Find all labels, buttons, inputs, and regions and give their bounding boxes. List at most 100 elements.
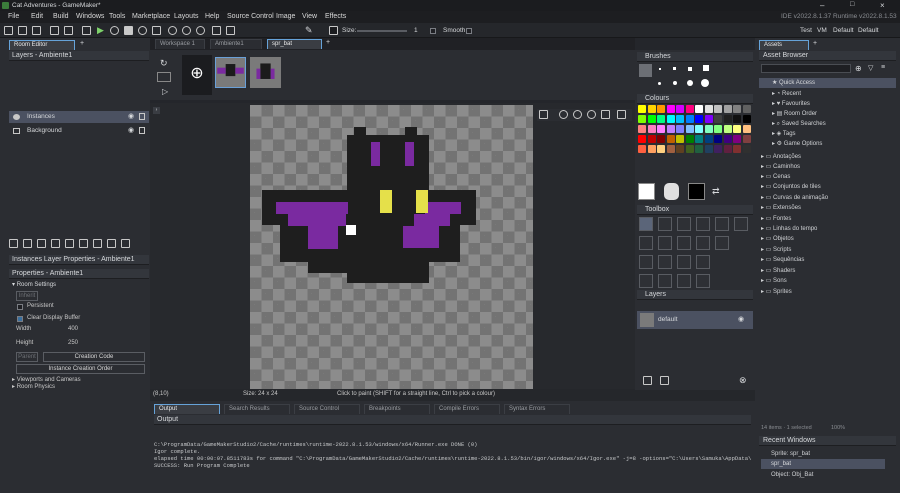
colour-swatch[interactable] (676, 125, 684, 133)
add-layer-icon[interactable] (643, 376, 652, 385)
pencil-icon[interactable]: ✎ (305, 25, 313, 36)
quick-recent[interactable]: ▸ ◔ Recent (772, 89, 892, 99)
menu-help[interactable]: Help (205, 13, 219, 20)
add-assets-tab-icon[interactable]: + (813, 40, 817, 47)
colour-swatch[interactable] (676, 135, 684, 143)
colour-swatch[interactable] (714, 115, 722, 123)
colour-swatch[interactable] (676, 145, 684, 153)
colour-swatch[interactable] (742, 105, 751, 113)
colour-swatch[interactable] (733, 135, 741, 143)
inherit-button[interactable]: Inherit (16, 291, 38, 301)
tab-room-editor[interactable]: Room Editor (9, 40, 75, 50)
folder-linhas[interactable]: ▸ ▭ Linhas do tempo (761, 224, 881, 234)
add-asset-icon[interactable]: ⊕ (855, 64, 862, 73)
layer-folder-icon[interactable] (660, 376, 669, 385)
refresh-icon[interactable]: ↻ (160, 58, 168, 69)
lock-icon[interactable] (139, 127, 145, 134)
colour-swatch[interactable] (666, 115, 675, 123)
brush-1[interactable] (659, 68, 661, 70)
folder-sprites[interactable]: ▸ ▭ Sprites (761, 287, 881, 297)
colour-swatch[interactable] (733, 145, 741, 153)
open-project-icon[interactable] (18, 26, 27, 35)
quick-game-options[interactable]: ▸ ⚙ Game Options (772, 139, 892, 149)
colour-swatch[interactable] (695, 115, 703, 123)
parent-button[interactable]: Parent (16, 352, 38, 362)
menu-build[interactable]: Build (53, 13, 69, 20)
physics-section[interactable]: ▸ Room Physics (12, 383, 55, 390)
colour-swatch[interactable] (704, 135, 713, 143)
secondary-colour[interactable] (688, 183, 705, 200)
onion-icon[interactable] (157, 72, 171, 82)
colour-swatch[interactable] (695, 125, 703, 133)
delete-sprite-layer-icon[interactable]: ⊗ (739, 375, 747, 386)
folder-conjuntos[interactable]: ▸ ▭ Conjuntos de tiles (761, 182, 881, 192)
colour-swatch[interactable] (657, 145, 665, 153)
colour-swatch[interactable] (714, 135, 722, 143)
menu-edit[interactable]: Edit (31, 13, 43, 20)
pencil-tool-icon[interactable] (639, 217, 653, 231)
build-icon[interactable] (64, 26, 73, 35)
colour-swatch[interactable] (647, 105, 656, 113)
tab-syntax-errors[interactable]: Syntax Errors (504, 404, 570, 414)
delete-layer-icon[interactable] (107, 239, 116, 248)
flip-tool-icon[interactable] (658, 274, 672, 288)
target-vm[interactable]: VM (817, 27, 827, 34)
recent-spr-bat[interactable]: spr_bat (761, 459, 885, 469)
run-icon[interactable]: ▶ (97, 25, 104, 36)
colour-swatch[interactable] (685, 105, 694, 113)
toggle-view-icon[interactable] (212, 26, 221, 35)
visibility-icon[interactable]: ◉ (128, 112, 134, 120)
tab-assets[interactable]: Assets (759, 40, 809, 50)
target-config[interactable]: Default (833, 27, 854, 34)
instance-order-button[interactable]: Instance Creation Order (16, 364, 145, 374)
colour-swatch[interactable] (657, 105, 665, 113)
select-tool-icon[interactable] (677, 217, 691, 231)
colour-swatch[interactable] (647, 145, 656, 153)
folder-caminhos[interactable]: ▸ ▭ Caminhos (761, 162, 881, 172)
create-executable-icon[interactable] (152, 26, 161, 35)
colour-swatch[interactable] (733, 105, 741, 113)
new-project-icon[interactable] (4, 26, 13, 35)
folder-cenas[interactable]: ▸ ▭ Cenas (761, 172, 881, 182)
layer-visibility-icon[interactable]: ◉ (738, 315, 744, 323)
room-settings-label[interactable]: ▾ Room Settings (12, 281, 56, 288)
brush-small-selected[interactable] (639, 64, 652, 77)
colour-swatch[interactable] (695, 105, 703, 113)
colour-swatch[interactable] (723, 135, 732, 143)
line-tool-icon[interactable] (734, 217, 748, 231)
quick-favourites[interactable]: ▸ ♥ Favourites (772, 99, 892, 109)
quick-saved-searches[interactable]: ▸ ⌕ Saved Searches (772, 119, 892, 129)
add-editor-tab-icon[interactable]: + (326, 39, 330, 46)
zoom-in-icon[interactable] (196, 26, 205, 35)
debug-run-icon[interactable] (110, 26, 119, 35)
move-tool-icon[interactable] (696, 274, 710, 288)
colour-swatch[interactable] (742, 115, 751, 123)
colour-swatch[interactable] (695, 135, 703, 143)
colour-swatch[interactable] (704, 125, 713, 133)
stop-icon[interactable] (124, 26, 133, 35)
viewports-section[interactable]: ▸ Viewports and Cameras (12, 376, 81, 383)
add-path-layer-icon[interactable] (65, 239, 74, 248)
menu-windows[interactable]: Windows (76, 13, 104, 20)
grid-icon[interactable] (539, 110, 548, 119)
colour-swatch[interactable] (638, 145, 646, 153)
creation-code-button[interactable]: Creation Code (43, 352, 145, 362)
add-tile-layer-icon[interactable] (51, 239, 60, 248)
colour-swatch[interactable] (676, 105, 684, 113)
marquee-tool-icon[interactable] (658, 255, 672, 269)
folder-fontes[interactable]: ▸ ▭ Fontes (761, 214, 881, 224)
folder-anotacoes[interactable]: ▸ ▭ Anotações (761, 152, 881, 162)
eyedropper-tool-icon[interactable] (639, 255, 653, 269)
recent-sprite-window[interactable]: Sprite: spr_bat (771, 449, 891, 459)
swap-colours-icon[interactable]: ⇄ (712, 186, 720, 197)
lasso-tool-icon[interactable] (677, 255, 691, 269)
colour-swatch[interactable] (657, 135, 665, 143)
rotate-tool-icon[interactable] (639, 274, 653, 288)
colour-swatch[interactable] (685, 135, 694, 143)
clear-display-checkbox[interactable] (17, 316, 23, 322)
brush-4[interactable] (703, 65, 709, 71)
folder-scripts[interactable]: ▸ ▭ Scripts (761, 245, 881, 255)
filter-icon[interactable]: ▽ (868, 64, 873, 72)
folder-extensoes[interactable]: ▸ ▭ Extensões (761, 203, 881, 213)
text-tool-icon[interactable] (715, 236, 729, 250)
